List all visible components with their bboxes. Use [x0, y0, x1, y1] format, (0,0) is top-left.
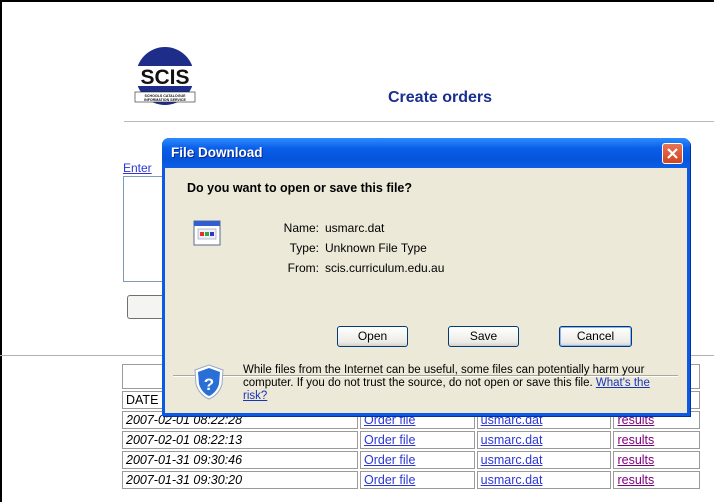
file-name: usmarc.dat	[325, 221, 385, 235]
order-date: 2007-02-01 08:22:13	[122, 431, 358, 449]
file-download-dialog: File Download Do you want to open or sav…	[162, 138, 690, 416]
divider	[124, 121, 714, 122]
usmarc-link[interactable]: usmarc.dat	[481, 453, 543, 467]
enter-link[interactable]: Enter	[123, 161, 152, 175]
file-info: Name: usmarc.dat Type: Unknown File Type F…	[265, 218, 445, 278]
usmarc-link[interactable]: usmarc.dat	[481, 473, 543, 487]
results-link[interactable]: results	[617, 453, 654, 467]
dialog-question: Do you want to open or save this file?	[187, 181, 413, 195]
name-label: Name:	[283, 221, 319, 235]
dialog-body: Do you want to open or save this file? N…	[165, 168, 687, 413]
order-file-link[interactable]: Order file	[364, 473, 415, 487]
results-link[interactable]: results	[617, 473, 654, 487]
logo-text: SCIS	[140, 66, 189, 89]
svg-text:?: ?	[204, 375, 214, 394]
close-button[interactable]	[662, 143, 683, 164]
order-file-link[interactable]: Order file	[364, 433, 415, 447]
open-button[interactable]: Open	[337, 326, 408, 347]
file-icon	[192, 219, 222, 247]
logo-subtitle-2: INFORMATION SERVICE	[144, 98, 186, 102]
table-row: 2007-01-31 09:30:46 Order file usmarc.da…	[122, 451, 700, 469]
page-title: Create orders	[388, 89, 493, 106]
order-date: 2007-01-31 09:30:46	[122, 451, 358, 469]
table-row: 2007-02-01 08:22:13 Order file usmarc.da…	[122, 431, 700, 449]
cancel-button[interactable]: Cancel	[559, 326, 632, 347]
scis-logo: SCIS SCHOOLS CATALOGUE INFORMATION SERVI…	[133, 44, 197, 108]
usmarc-link[interactable]: usmarc.dat	[481, 433, 543, 447]
order-date: 2007-01-31 09:30:20	[122, 471, 358, 489]
shield-icon: ?	[193, 364, 225, 400]
warning-text: While files from the Internet can be use…	[243, 364, 645, 389]
table-row: 2007-01-31 09:30:20 Order file usmarc.da…	[122, 471, 700, 489]
warning-message: While files from the Internet can be use…	[243, 364, 673, 403]
close-icon	[667, 148, 678, 159]
dialog-title: File Download	[171, 145, 263, 160]
dialog-titlebar[interactable]: File Download	[162, 138, 690, 168]
order-file-link[interactable]: Order file	[364, 453, 415, 467]
save-button[interactable]: Save	[448, 326, 519, 347]
type-label: Type:	[289, 241, 319, 255]
file-source: scis.curriculum.edu.au	[325, 261, 445, 275]
file-type: Unknown File Type	[325, 241, 427, 255]
from-label: From:	[287, 261, 319, 275]
results-link[interactable]: results	[617, 433, 654, 447]
